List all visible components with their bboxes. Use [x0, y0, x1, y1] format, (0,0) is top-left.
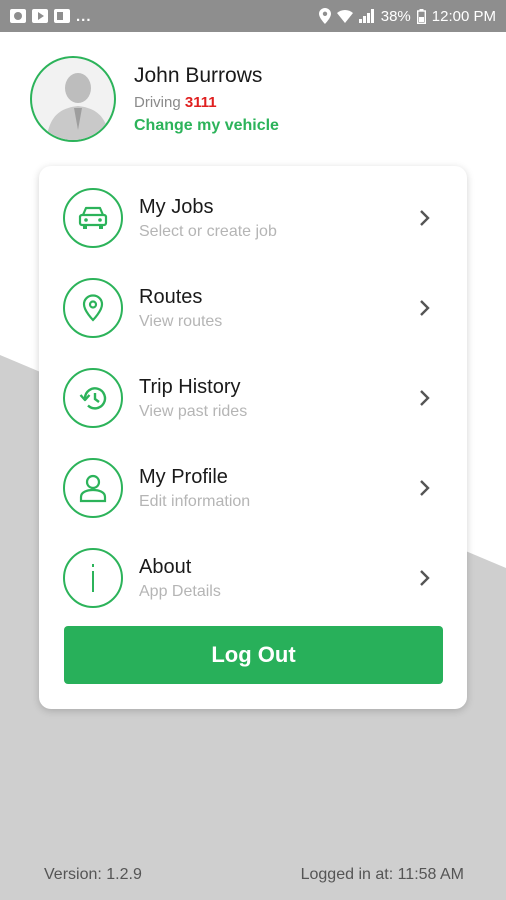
- info-icon: [63, 548, 123, 608]
- menu-item-title: My Profile: [139, 465, 228, 488]
- menu-item-subtitle: Edit information: [139, 492, 251, 510]
- user-silhouette-icon: [46, 73, 110, 140]
- logged-in-label: Logged in at: 11:58 AM: [300, 866, 464, 883]
- signal-icon: [358, 9, 374, 23]
- driver-header: John Burrows Driving 3111 Change my vehi…: [30, 54, 279, 144]
- change-vehicle-link[interactable]: Change my vehicle: [134, 117, 279, 135]
- driving-status: Driving 3111: [134, 94, 279, 111]
- menu-item-my-profile[interactable]: My Profile Edit information: [39, 443, 467, 533]
- status-bar: ... 38% 12:00 PM: [0, 0, 506, 32]
- version-label: Version: 1.2.9: [44, 866, 142, 883]
- youtube-icon: [32, 9, 48, 23]
- menu-item-my-jobs[interactable]: My Jobs Select or create job: [39, 173, 467, 263]
- car-icon: [63, 188, 123, 248]
- flipboard-icon: [54, 9, 70, 23]
- menu-item-title: My Jobs: [139, 195, 214, 218]
- menu-item-trip-history[interactable]: Trip History View past rides: [39, 353, 467, 443]
- menu-item-routes[interactable]: Routes View routes: [39, 263, 467, 353]
- menu-item-subtitle: View past rides: [139, 402, 248, 420]
- menu-item-subtitle: View routes: [139, 312, 223, 330]
- clock: 12:00 PM: [431, 7, 496, 25]
- chevron-right-icon: [420, 390, 430, 406]
- menu-item-about[interactable]: About App Details: [39, 533, 467, 623]
- location-icon: [318, 8, 331, 24]
- menu-item-subtitle: Select or create job: [139, 222, 277, 240]
- menu-item-title: About: [139, 555, 192, 578]
- location-pin-icon: [63, 278, 123, 338]
- menu-item-title: Routes: [139, 285, 203, 308]
- menu-item-title: Trip History: [139, 375, 241, 398]
- battery-percent: 38%: [380, 7, 411, 25]
- app-icon: [10, 9, 26, 23]
- chevron-right-icon: [420, 210, 430, 226]
- wifi-icon: [336, 9, 353, 23]
- menu-card: My Jobs Select or create job Routes View…: [39, 166, 467, 709]
- chevron-right-icon: [420, 300, 430, 316]
- history-icon: [63, 368, 123, 428]
- avatar[interactable]: [30, 56, 116, 142]
- vehicle-number: 3111: [184, 93, 217, 111]
- logout-button[interactable]: Log Out: [64, 626, 443, 684]
- user-name: John Burrows: [134, 63, 263, 87]
- driving-label: Driving: [134, 93, 181, 111]
- more-notifications: ...: [76, 7, 92, 25]
- battery-icon: [416, 8, 426, 24]
- person-icon: [63, 458, 123, 518]
- chevron-right-icon: [420, 480, 430, 496]
- menu-item-subtitle: App Details: [139, 582, 221, 600]
- chevron-right-icon: [420, 570, 430, 586]
